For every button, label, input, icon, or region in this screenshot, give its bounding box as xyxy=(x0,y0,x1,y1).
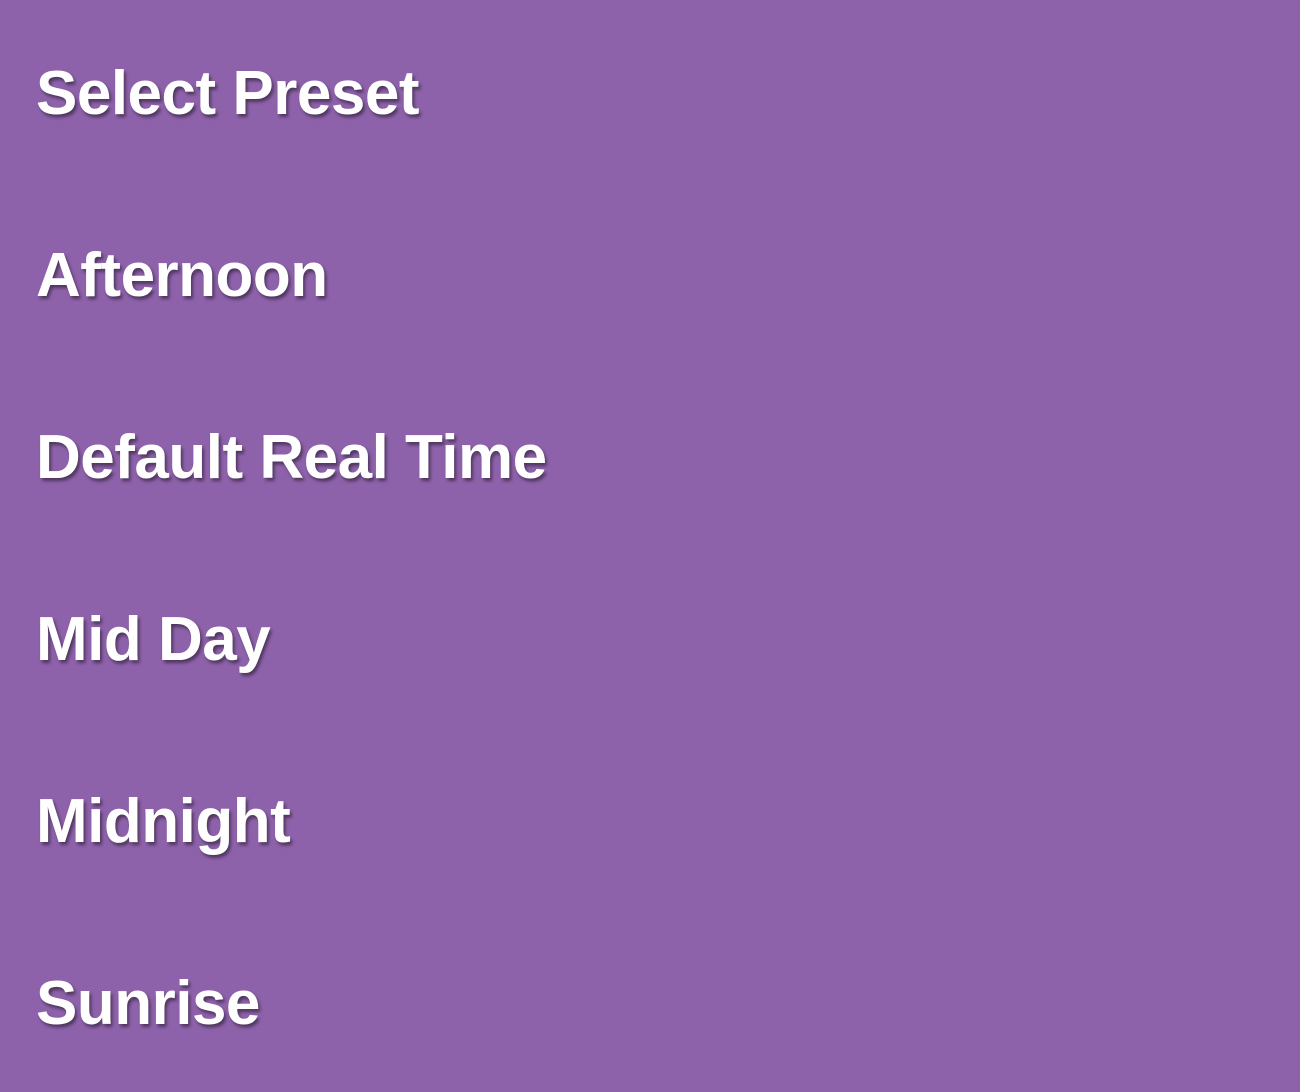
preset-item-sunrise[interactable]: Sunrise xyxy=(36,958,1264,1048)
preset-item-mid-day[interactable]: Mid Day xyxy=(36,594,1264,684)
preset-item-midnight[interactable]: Midnight xyxy=(36,776,1264,866)
preset-item-afternoon[interactable]: Afternoon xyxy=(36,230,1264,320)
preset-item-default-real-time[interactable]: Default Real Time xyxy=(36,412,1264,502)
preset-menu: Select Preset Afternoon Default Real Tim… xyxy=(0,0,1300,1092)
menu-title: Select Preset xyxy=(36,58,419,128)
